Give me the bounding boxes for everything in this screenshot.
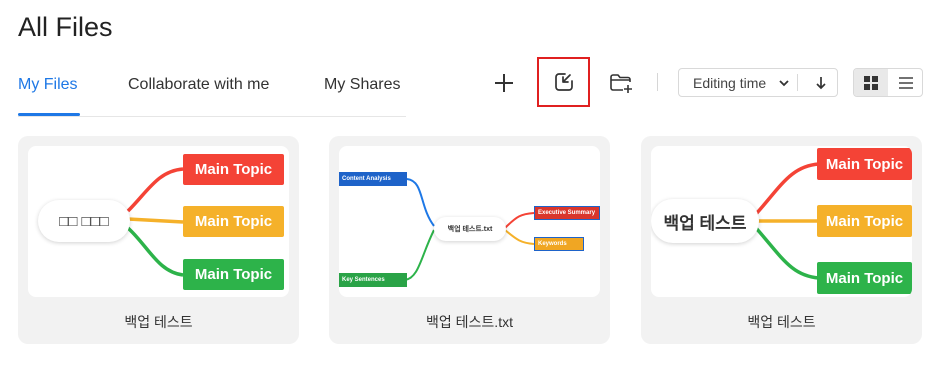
page-title: All Files <box>18 12 113 42</box>
list-view-button[interactable] <box>889 69 922 96</box>
grid-icon <box>864 75 878 90</box>
import-icon <box>554 73 573 91</box>
file-card[interactable]: □□ □□□ Main Topic Main Topic Main Topic … <box>18 136 299 344</box>
sort-divider <box>797 74 798 91</box>
tab-my-shares[interactable]: My Shares <box>324 76 400 94</box>
central-topic: □□ □□□ <box>38 200 130 242</box>
arrow-down-icon[interactable] <box>815 75 827 91</box>
toolbar-divider <box>657 73 658 91</box>
topic-node: Main Topic <box>817 205 912 237</box>
mindmap-node: Keywords <box>534 237 584 251</box>
topic-node: Main Topic <box>183 206 284 237</box>
central-topic: 백업 테스트.txt <box>434 217 506 241</box>
chevron-down-icon[interactable] <box>778 76 790 90</box>
active-tab-indicator <box>18 113 80 116</box>
tab-bar: My Files Collaborate with me My Shares <box>18 74 406 117</box>
file-card[interactable]: 백업 테스트 Main Topic Main Topic Main Topic … <box>641 136 922 344</box>
new-folder-button[interactable] <box>596 60 646 106</box>
file-name: 백업 테스트.txt <box>426 314 513 330</box>
mindmap-node: Key Sentences <box>339 273 407 287</box>
plus-icon <box>495 74 513 92</box>
topic-node: Main Topic <box>183 154 284 185</box>
topic-node: Main Topic <box>183 259 284 290</box>
topic-node: Main Topic <box>817 262 912 294</box>
sort-control: Editing time <box>678 68 838 97</box>
grid-view-button[interactable] <box>854 69 888 96</box>
tab-collaborate-with-me[interactable]: Collaborate with me <box>128 76 269 94</box>
sort-dropdown[interactable]: Editing time <box>693 75 766 91</box>
mindmap-node: Content Analysis <box>339 172 407 186</box>
tab-my-files[interactable]: My Files <box>18 76 78 94</box>
file-thumbnail: Content Analysis Key Sentences 백업 테스트.tx… <box>339 146 600 297</box>
new-folder-icon <box>610 74 632 93</box>
topic-node: Main Topic <box>817 148 912 180</box>
file-name: 백업 테스트 <box>124 314 193 330</box>
file-card[interactable]: Content Analysis Key Sentences 백업 테스트.tx… <box>329 136 610 344</box>
list-icon <box>899 76 913 89</box>
central-topic: 백업 테스트 <box>651 199 759 243</box>
import-button[interactable] <box>537 57 590 107</box>
mindmap-node: Executive Summary <box>534 206 600 220</box>
file-thumbnail: 백업 테스트 Main Topic Main Topic Main Topic <box>651 146 912 297</box>
file-thumbnail: □□ □□□ Main Topic Main Topic Main Topic <box>28 146 289 297</box>
file-name: 백업 테스트 <box>747 314 816 330</box>
view-toggle <box>853 68 923 97</box>
add-button[interactable] <box>479 60 529 106</box>
